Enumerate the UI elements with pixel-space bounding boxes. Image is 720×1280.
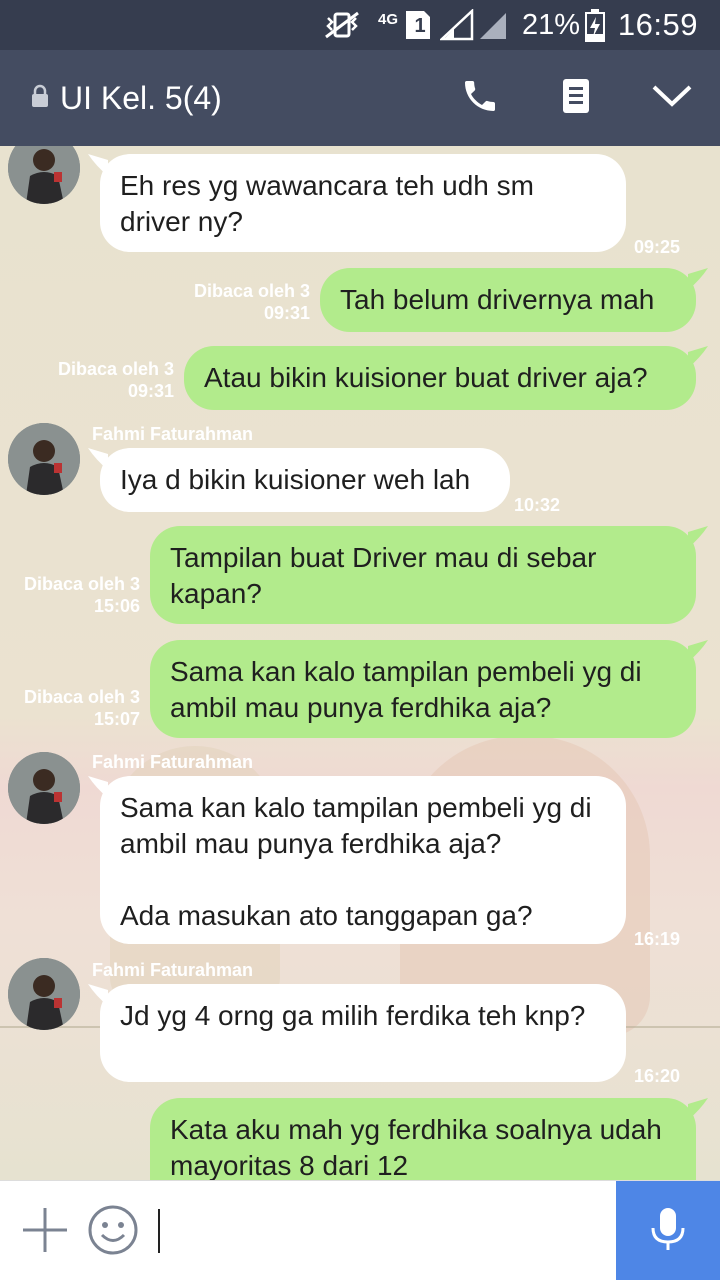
sender-name: Fahmi Faturahman bbox=[92, 960, 254, 980]
notes-icon bbox=[559, 77, 593, 120]
sender-name: Fahmi Faturahman bbox=[92, 424, 254, 444]
text-input[interactable] bbox=[158, 1209, 160, 1253]
message-bubble-outgoing[interactable]: Sama kan kalo tampilan pembeli yg di amb… bbox=[150, 640, 696, 738]
battery-charging-icon bbox=[584, 0, 606, 50]
bubble-tail bbox=[688, 346, 708, 368]
signal-icon bbox=[440, 0, 474, 50]
message-bubble-outgoing[interactable]: Kata aku mah yg ferdhika soalnya udah ma… bbox=[150, 1098, 696, 1180]
avatar[interactable] bbox=[8, 752, 80, 824]
sender-name: Fahmi Faturahman bbox=[92, 752, 254, 772]
read-receipt: Dibaca oleh 3 bbox=[23, 687, 140, 707]
bubble-tail bbox=[688, 268, 708, 290]
message-bubble-incoming[interactable]: Eh res yg wawancara teh udh sm driver ny… bbox=[100, 154, 626, 252]
call-button[interactable] bbox=[456, 74, 504, 122]
message-input-bar bbox=[0, 1180, 720, 1280]
message-bubble-outgoing[interactable]: Tah belum drivernya mah bbox=[320, 268, 696, 332]
status-bar: 4G 1 21% 16:59 bbox=[0, 0, 720, 50]
expand-menu-button[interactable] bbox=[648, 74, 696, 122]
message-list[interactable]: Eh res yg wawancara teh udh sm driver ny… bbox=[0, 146, 720, 1180]
message-time: 15:07 bbox=[93, 709, 140, 729]
signal-2-icon bbox=[478, 0, 508, 50]
read-receipt: Dibaca oleh 3 bbox=[57, 359, 174, 379]
bubble-tail bbox=[688, 526, 708, 548]
emoji-button[interactable] bbox=[88, 1205, 138, 1257]
message-bubble-incoming[interactable]: Sama kan kalo tampilan pembeli yg di amb… bbox=[100, 776, 626, 944]
avatar[interactable] bbox=[8, 423, 80, 495]
emoji-icon bbox=[87, 1204, 139, 1261]
message-bubble-incoming[interactable]: Iya d bikin kuisioner weh lah bbox=[100, 448, 510, 512]
bubble-tail bbox=[688, 640, 708, 662]
message-bubble-incoming[interactable]: Jd yg 4 orng ga milih ferdika teh knp? bbox=[100, 984, 626, 1082]
clock: 16:59 bbox=[617, 7, 698, 42]
read-receipt: Dibaca oleh 3 bbox=[23, 574, 140, 594]
message-time: 09:25 bbox=[633, 237, 680, 257]
plus-icon bbox=[20, 1205, 70, 1260]
message-time: 09:31 bbox=[127, 381, 174, 401]
chat-header: UI Kel. 5(4) bbox=[0, 50, 720, 146]
chevron-down-icon bbox=[651, 83, 693, 114]
message-time: 10:32 bbox=[514, 495, 561, 515]
message-time: 16:20 bbox=[633, 1066, 680, 1086]
avatar[interactable] bbox=[8, 958, 80, 1030]
message-bubble-outgoing[interactable]: Tampilan buat Driver mau di sebar kapan? bbox=[150, 526, 696, 624]
message-bubble-outgoing[interactable]: Atau bikin kuisioner buat driver aja? bbox=[184, 346, 696, 410]
phone-icon bbox=[460, 76, 500, 121]
vibrate-mute-icon bbox=[322, 0, 362, 50]
voice-message-button[interactable] bbox=[616, 1181, 720, 1280]
message-time: 16:19 bbox=[633, 929, 680, 949]
notes-button[interactable] bbox=[552, 74, 600, 122]
chat-title-area[interactable]: UI Kel. 5(4) bbox=[30, 50, 222, 146]
message-time: 09:31 bbox=[263, 303, 310, 323]
attach-button[interactable] bbox=[20, 1207, 70, 1257]
chat-title: UI Kel. 5(4) bbox=[60, 79, 222, 116]
sim-number: 1 bbox=[414, 14, 426, 37]
battery-percent: 21% bbox=[521, 8, 580, 41]
avatar[interactable] bbox=[8, 146, 80, 204]
read-receipt: Dibaca oleh 3 bbox=[193, 281, 310, 301]
bubble-tail bbox=[688, 1098, 708, 1120]
network-type: 4G bbox=[378, 11, 399, 28]
message-time: 15:06 bbox=[93, 596, 140, 616]
mic-icon bbox=[650, 1206, 686, 1257]
lock-icon bbox=[30, 84, 50, 113]
